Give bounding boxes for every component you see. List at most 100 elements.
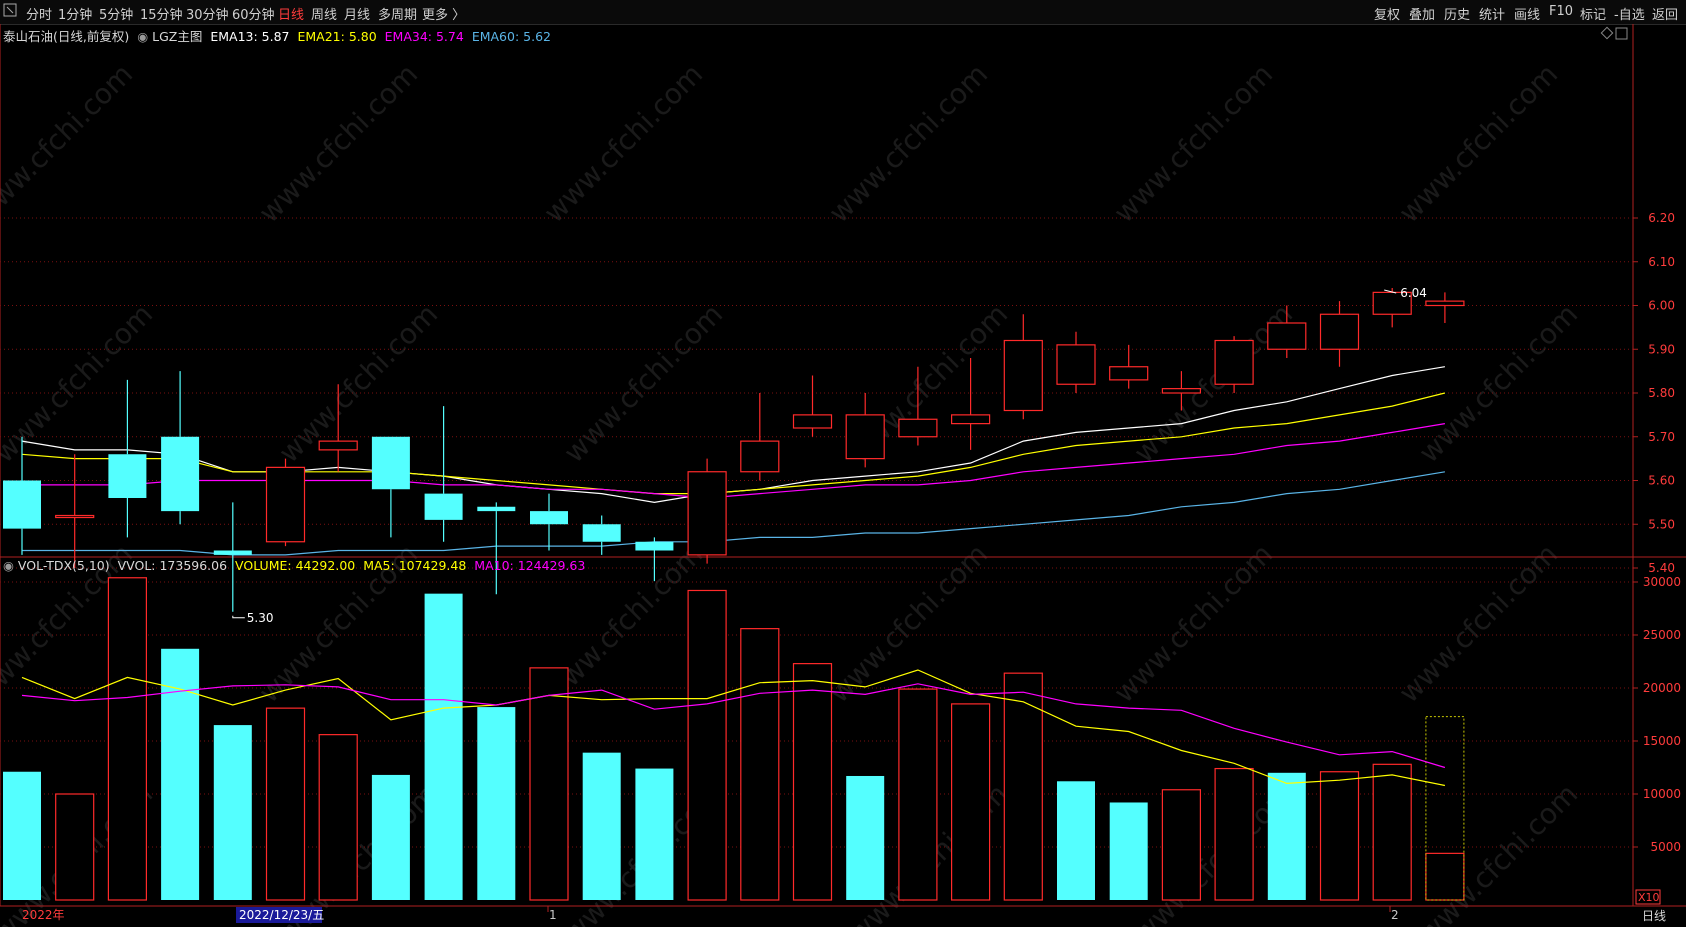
volume-bar bbox=[424, 593, 463, 900]
candle-body bbox=[950, 414, 991, 425]
panel-toggle-icon bbox=[1615, 27, 1628, 40]
volume-bar bbox=[792, 663, 833, 901]
vol-ma5-value: MA5: 107429.48 bbox=[363, 558, 467, 573]
watermark-text: www.cfchi.com bbox=[1412, 297, 1584, 469]
price-tick-label: 5.60 bbox=[1648, 474, 1675, 488]
diamond-icon bbox=[1600, 26, 1614, 40]
candle bbox=[371, 436, 410, 538]
watermark-text: www.cfchi.com bbox=[822, 57, 994, 229]
volume-tick-label: 5000 bbox=[1650, 840, 1681, 854]
time-tick-label: 2 bbox=[1391, 908, 1399, 922]
candle bbox=[530, 493, 568, 551]
cursor-date-label: 2022/12/23/五 bbox=[239, 908, 324, 922]
candle bbox=[1425, 292, 1465, 323]
volume-tick-label: 30000 bbox=[1643, 575, 1681, 589]
low-arrow bbox=[232, 615, 245, 619]
volume-bar bbox=[318, 734, 358, 901]
candle-body bbox=[530, 511, 568, 525]
volume-bar bbox=[477, 707, 516, 900]
watermark-text: www.cfchi.com bbox=[1107, 537, 1279, 709]
candle bbox=[161, 371, 200, 525]
candle-body bbox=[371, 436, 410, 490]
vol-study-dropdown-icon[interactable]: ◉ bbox=[3, 558, 14, 573]
volume-bar bbox=[950, 703, 991, 901]
candle-body bbox=[1319, 313, 1360, 350]
volume-bar bbox=[3, 771, 41, 900]
volume-bar bbox=[635, 768, 674, 900]
watermark-text: www.cfchi.com bbox=[1412, 777, 1584, 927]
candle bbox=[108, 379, 147, 538]
vol-study-name[interactable]: VOL-TDX(5,10) bbox=[18, 558, 110, 573]
price-tick-label: 5.40 bbox=[1648, 561, 1675, 575]
time-tick-label: 1 bbox=[549, 908, 557, 922]
price-tick-label: 5.80 bbox=[1648, 386, 1675, 400]
ema13-value: EMA13: 5.87 bbox=[210, 29, 290, 44]
year-label: 2022年 bbox=[22, 908, 65, 922]
vvol-value: VVOL: 173596.06 bbox=[117, 558, 228, 573]
volume-bar bbox=[846, 775, 885, 900]
kline-chart[interactable]: www.cfchi.com www.cfchi.com www.cfchi.com w… bbox=[0, 0, 1686, 927]
watermark-text: www.cfchi.com bbox=[252, 57, 424, 229]
volume-bar bbox=[1057, 781, 1095, 900]
price-tick-label: 6.20 bbox=[1648, 211, 1675, 225]
volume-bar bbox=[265, 707, 306, 901]
watermark-text: www.cfchi.com bbox=[1392, 537, 1564, 709]
volume-bar bbox=[107, 577, 148, 901]
ema34-value: EMA34: 5.74 bbox=[384, 29, 464, 44]
candle bbox=[477, 502, 516, 595]
volume-bar bbox=[1372, 763, 1412, 901]
price-tick-label: 5.50 bbox=[1648, 517, 1675, 531]
candle-body bbox=[1161, 388, 1202, 394]
volume-bar bbox=[740, 628, 780, 901]
watermark-text: www.cfchi.com bbox=[1107, 57, 1279, 229]
study-name[interactable]: LGZ主图 bbox=[152, 29, 202, 44]
candle-body bbox=[1003, 339, 1043, 412]
volume-bar bbox=[1319, 771, 1360, 901]
volume-tick-label: 10000 bbox=[1643, 787, 1681, 801]
period-label: 日线 bbox=[1642, 909, 1666, 923]
high-label: 6.04 bbox=[1400, 286, 1427, 300]
watermark-text: www.cfchi.com bbox=[1392, 57, 1564, 229]
price-tick-label: 6.00 bbox=[1648, 299, 1675, 313]
candle bbox=[265, 458, 306, 547]
volume-bar bbox=[1425, 852, 1465, 901]
price-tick-label: 6.10 bbox=[1648, 255, 1675, 269]
volume-bar bbox=[529, 667, 569, 901]
volume-bar bbox=[213, 725, 252, 900]
candle bbox=[424, 406, 463, 542]
ema60-value: EMA60: 5.62 bbox=[471, 29, 551, 44]
main-indicator-bar: 泰山石油(日线,前复权) ◉ LGZ主图 EMA13: 5.87 EMA21: 5… bbox=[3, 26, 555, 45]
low-label: 5.30 bbox=[247, 611, 274, 625]
candle-body bbox=[898, 418, 938, 438]
stock-title: 泰山石油(日线,前复权) bbox=[3, 29, 130, 44]
candle-body bbox=[108, 454, 147, 498]
candle-body bbox=[1425, 300, 1465, 307]
watermark-text: www.cfchi.com bbox=[0, 297, 159, 469]
volume-bar bbox=[1214, 767, 1254, 901]
volume-bar bbox=[582, 752, 621, 900]
ema-line-ema34 bbox=[22, 423, 1445, 499]
volume-bar bbox=[1109, 802, 1148, 900]
volume-bar bbox=[1267, 772, 1306, 900]
candle-body bbox=[792, 414, 833, 429]
candle-body bbox=[3, 480, 41, 529]
candle-body bbox=[845, 414, 885, 460]
volume-value: VOLUME: 44292.00 bbox=[235, 558, 356, 573]
candle bbox=[1319, 301, 1360, 367]
study-dropdown-icon[interactable]: ◉ bbox=[137, 29, 148, 44]
candle-body bbox=[582, 524, 621, 542]
candle-body bbox=[1214, 339, 1254, 385]
volume-bar bbox=[898, 688, 938, 901]
scale-label: X10 bbox=[1638, 891, 1660, 904]
volume-tick-label: 15000 bbox=[1643, 734, 1681, 748]
candle-body bbox=[318, 440, 358, 451]
volume-tick-label: 20000 bbox=[1643, 681, 1681, 695]
candle-body bbox=[213, 550, 252, 555]
volume-bar bbox=[687, 589, 727, 901]
volume-bar bbox=[1161, 789, 1202, 901]
candle bbox=[1214, 336, 1254, 393]
watermark-text: www.cfchi.com bbox=[822, 537, 994, 709]
candle bbox=[845, 393, 885, 468]
watermark-text: www.cfchi.com bbox=[0, 57, 139, 229]
watermark-text: www.cfchi.com bbox=[537, 57, 709, 229]
